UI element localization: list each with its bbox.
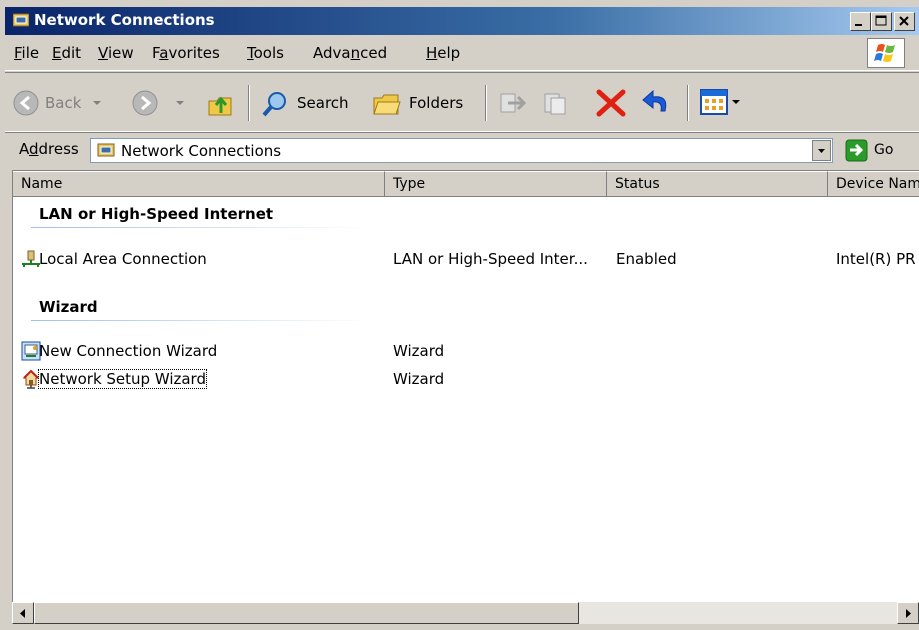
network-folder-icon: [97, 143, 115, 157]
scroll-right-button[interactable]: [897, 602, 919, 624]
menu-view[interactable]: View: [98, 44, 134, 62]
group-divider: [31, 227, 371, 228]
column-header-status[interactable]: Status: [607, 171, 828, 197]
scroll-left-button[interactable]: [12, 602, 34, 624]
standard-toolbar: Back Search Folders: [5, 72, 919, 132]
item-name: Network Setup Wizard: [38, 369, 207, 389]
forward-arrow-icon: [132, 90, 158, 116]
new-connection-wizard-icon: [21, 341, 41, 361]
item-type: Wizard: [393, 342, 445, 360]
menu-advanced[interactable]: Advanced: [313, 44, 387, 62]
go-button[interactable]: Go: [843, 138, 913, 163]
menu-favorites[interactable]: Favorites: [152, 44, 220, 62]
chevron-down-icon: [732, 100, 740, 104]
connections-list-view[interactable]: Name Type Status Device Nam LAN or High-…: [12, 170, 919, 603]
back-arrow-icon: [13, 90, 39, 116]
folders-button[interactable]: Folders: [369, 85, 473, 121]
toolbar-separator: [687, 85, 689, 121]
copy-to-icon[interactable]: [542, 90, 572, 118]
maximize-icon: [875, 15, 887, 26]
network-folder-icon: [13, 13, 29, 27]
column-header-type[interactable]: Type: [385, 171, 607, 197]
close-icon: [899, 16, 909, 26]
address-label: Address: [19, 140, 79, 158]
chevron-left-icon: [20, 609, 25, 618]
menu-help[interactable]: Help: [426, 44, 460, 62]
column-header-device-name[interactable]: Device Nam: [828, 171, 919, 197]
menu-bar: File Edit View Favorites Tools Advanced …: [5, 36, 919, 71]
up-folder-icon[interactable]: [207, 89, 235, 117]
network-connection-icon: [22, 250, 40, 267]
windows-logo: [867, 38, 905, 68]
title-bar[interactable]: Network Connections: [5, 7, 919, 35]
item-status: Enabled: [616, 250, 677, 268]
address-dropdown-button[interactable]: [812, 140, 831, 161]
search-label: Search: [297, 94, 349, 112]
column-header-name[interactable]: Name: [13, 171, 385, 197]
close-button[interactable]: [894, 12, 915, 31]
address-input[interactable]: Network Connections: [90, 138, 833, 163]
chevron-right-icon: [906, 609, 911, 618]
undo-icon[interactable]: [641, 87, 673, 117]
list-item[interactable]: New Connection Wizard Wizard: [13, 339, 919, 363]
menu-edit[interactable]: Edit: [52, 44, 81, 62]
address-value: Network Connections: [121, 142, 282, 160]
window-title: Network Connections: [34, 11, 215, 29]
scrollbar-thumb[interactable]: [34, 602, 579, 624]
menu-file[interactable]: File: [14, 44, 39, 62]
delete-icon[interactable]: [595, 88, 627, 118]
move-to-icon[interactable]: [498, 90, 528, 118]
go-label: Go: [874, 142, 894, 158]
network-connections-window: Network Connections File Edit View Favor…: [0, 0, 919, 630]
item-name: Local Area Connection: [39, 250, 207, 268]
item-name: New Connection Wizard: [39, 342, 218, 360]
item-type: LAN or High-Speed Inter...: [393, 250, 588, 268]
go-arrow-icon: [845, 139, 868, 162]
minimize-icon: [855, 24, 862, 26]
chevron-down-icon: [93, 101, 101, 105]
windows-flag-icon: [874, 44, 895, 62]
item-type: Wizard: [393, 370, 445, 388]
list-item[interactable]: Local Area Connection LAN or High-Speed …: [13, 247, 919, 271]
address-bar: Address Network Connections Go: [5, 132, 919, 167]
group-header-wizard: Wizard: [39, 298, 98, 316]
views-button[interactable]: [698, 87, 748, 119]
search-button[interactable]: Search: [257, 85, 362, 121]
chevron-down-icon: [818, 149, 825, 153]
list-item[interactable]: Network Setup Wizard Wizard: [13, 367, 919, 391]
chevron-down-icon: [176, 101, 184, 105]
folders-icon: [373, 94, 401, 115]
maximize-button[interactable]: [871, 12, 892, 31]
menu-tools[interactable]: Tools: [247, 44, 284, 62]
toolbar-separator: [485, 85, 487, 121]
back-button[interactable]: Back: [13, 85, 113, 121]
forward-button[interactable]: [132, 85, 188, 121]
group-header-lan: LAN or High-Speed Internet: [39, 205, 274, 223]
network-setup-wizard-icon: [22, 369, 40, 389]
group-divider: [31, 320, 371, 321]
item-device-name: Intel(R) PR: [836, 250, 916, 268]
folders-label: Folders: [409, 94, 464, 112]
minimize-button[interactable]: [850, 12, 871, 31]
toolbar-separator: [248, 85, 250, 121]
views-icon: [700, 89, 728, 115]
horizontal-scrollbar[interactable]: [12, 602, 919, 624]
search-icon: [262, 92, 286, 117]
back-label: Back: [45, 94, 82, 112]
